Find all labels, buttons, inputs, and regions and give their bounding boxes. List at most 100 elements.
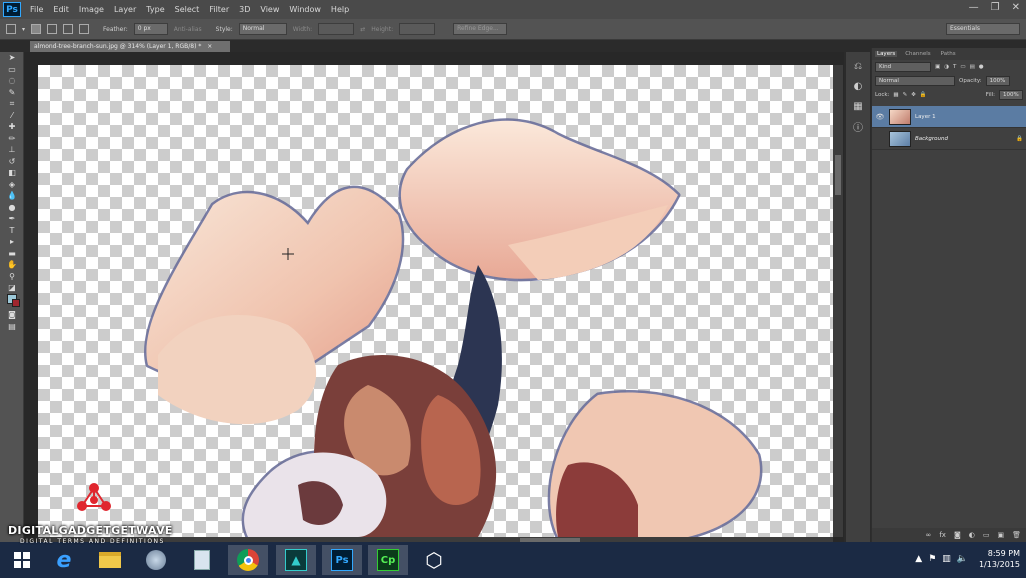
chrome-icon[interactable] bbox=[228, 545, 268, 575]
color-swatches-icon[interactable] bbox=[0, 294, 24, 308]
new-adjustment-icon[interactable]: ◐ bbox=[969, 531, 975, 539]
history-brush-tool-icon[interactable]: ↺ bbox=[0, 156, 24, 168]
clock[interactable]: 8:59 PM 1/13/2015 bbox=[979, 548, 1020, 570]
tool-preset-caret-icon[interactable]: ▾ bbox=[22, 26, 25, 33]
lock-image-icon[interactable]: ✎ bbox=[903, 92, 908, 98]
antialias-checkbox[interactable]: Anti-alias bbox=[174, 26, 202, 33]
menu-help[interactable]: Help bbox=[326, 5, 354, 14]
intersect-selection-icon[interactable] bbox=[79, 24, 90, 34]
type-tool-icon[interactable]: T bbox=[0, 225, 24, 237]
new-layer-icon[interactable]: ▣ bbox=[997, 531, 1004, 539]
refine-edge-button[interactable]: Refine Edge... bbox=[453, 23, 508, 35]
visibility-eye-icon[interactable]: 👁 bbox=[875, 113, 885, 121]
paint-bucket-tool-icon[interactable]: ◈ bbox=[0, 179, 24, 191]
healing-brush-tool-icon[interactable]: ✚ bbox=[0, 121, 24, 133]
dodge-tool-icon[interactable]: ● bbox=[0, 202, 24, 214]
lock-transparent-icon[interactable]: ▦ bbox=[893, 92, 898, 98]
properties-panel-icon[interactable]: ▦ bbox=[846, 96, 870, 116]
quick-mask-icon[interactable]: ◙ bbox=[0, 309, 24, 321]
menu-layer[interactable]: Layer bbox=[109, 5, 141, 14]
unity-icon[interactable]: ⬡ bbox=[414, 545, 454, 575]
hand-tool-icon[interactable]: ✋ bbox=[0, 259, 24, 271]
crop-tool-icon[interactable]: ⌗ bbox=[0, 98, 24, 110]
photoshop-taskbar-icon[interactable]: Ps bbox=[322, 545, 362, 575]
adjustments-panel-icon[interactable]: ◐ bbox=[846, 76, 870, 96]
height-input[interactable] bbox=[399, 23, 436, 35]
close-tab-icon[interactable]: × bbox=[207, 43, 212, 50]
layer-row-background[interactable]: Background 🔒 bbox=[872, 128, 1026, 150]
layer-style-icon[interactable]: fx bbox=[939, 531, 946, 539]
menu-filter[interactable]: Filter bbox=[204, 5, 234, 14]
default-colors-icon[interactable]: ◪ bbox=[0, 282, 24, 294]
width-input[interactable] bbox=[318, 23, 355, 35]
style-select[interactable]: Normal bbox=[238, 23, 287, 35]
close-button[interactable]: ✕ bbox=[1012, 2, 1020, 13]
path-select-tool-icon[interactable]: ▸ bbox=[0, 236, 24, 248]
tray-arrow-icon[interactable]: ▲ bbox=[915, 554, 922, 564]
lock-position-icon[interactable]: ✥ bbox=[911, 92, 916, 98]
delete-layer-icon[interactable]: 🗑 bbox=[1012, 531, 1021, 539]
workspace-select[interactable]: Essentials bbox=[946, 23, 1020, 35]
lasso-tool-icon[interactable]: ◌ bbox=[0, 75, 24, 87]
restore-button[interactable]: ❐ bbox=[991, 2, 1000, 13]
tab-paths[interactable]: Paths bbox=[939, 51, 958, 57]
menu-file[interactable]: File bbox=[25, 5, 48, 14]
lock-all-icon[interactable]: 🔒 bbox=[920, 92, 927, 98]
dreamweaver-icon[interactable]: ▲ bbox=[276, 545, 316, 575]
layer-name[interactable]: Layer 1 bbox=[915, 114, 936, 120]
brush-tool-icon[interactable]: ✏ bbox=[0, 133, 24, 145]
filter-pixel-icon[interactable]: ▣ bbox=[935, 64, 940, 70]
menu-view[interactable]: View bbox=[255, 5, 284, 14]
document-app-icon[interactable] bbox=[182, 545, 222, 575]
swap-icon[interactable]: ⇄ bbox=[360, 26, 365, 33]
clone-stamp-tool-icon[interactable]: ⊥ bbox=[0, 144, 24, 156]
layer-name[interactable]: Background bbox=[915, 136, 948, 142]
rect-marquee-tool-icon[interactable] bbox=[6, 24, 16, 34]
eyedropper-tool-icon[interactable]: ⁄ bbox=[0, 110, 24, 122]
marquee-tool-icon[interactable]: ▭ bbox=[0, 64, 24, 76]
pen-tool-icon[interactable]: ✒ bbox=[0, 213, 24, 225]
menu-select[interactable]: Select bbox=[170, 5, 205, 14]
new-selection-icon[interactable] bbox=[31, 24, 42, 34]
add-selection-icon[interactable] bbox=[47, 24, 58, 34]
volume-icon[interactable]: 🔈 bbox=[957, 554, 968, 564]
history-panel-icon[interactable]: ⎌ bbox=[846, 56, 870, 76]
menu-type[interactable]: Type bbox=[141, 5, 169, 14]
menu-image[interactable]: Image bbox=[74, 5, 109, 14]
layer-row-layer-1[interactable]: 👁 Layer 1 bbox=[872, 106, 1026, 128]
opacity-input[interactable]: 100% bbox=[985, 76, 1010, 86]
new-group-icon[interactable]: ▭ bbox=[983, 531, 990, 539]
filter-shape-icon[interactable]: ▭ bbox=[960, 64, 965, 70]
menu-window[interactable]: Window bbox=[284, 5, 326, 14]
eraser-tool-icon[interactable]: ◧ bbox=[0, 167, 24, 179]
screen-mode-icon[interactable]: ▤ bbox=[0, 321, 24, 333]
zoom-tool-icon[interactable]: ⚲ bbox=[0, 271, 24, 283]
tray-flag-icon[interactable]: ⚑ bbox=[928, 554, 936, 564]
network-icon[interactable]: ▥ bbox=[942, 554, 951, 564]
quick-select-tool-icon[interactable]: ✎ bbox=[0, 87, 24, 99]
add-mask-icon[interactable]: ◙ bbox=[954, 531, 961, 539]
info-panel-icon[interactable]: ⓘ bbox=[846, 116, 870, 136]
fill-input[interactable]: 100% bbox=[999, 90, 1023, 100]
kind-filter-select[interactable]: Kind bbox=[875, 62, 931, 72]
captivate-icon[interactable]: Cp bbox=[368, 545, 408, 575]
menu-3d[interactable]: 3D bbox=[234, 5, 255, 14]
blend-mode-select[interactable]: Normal bbox=[875, 76, 955, 86]
filter-smart-icon[interactable]: ▤ bbox=[970, 64, 975, 70]
shape-tool-icon[interactable]: ▬ bbox=[0, 248, 24, 260]
vertical-scrollbar[interactable] bbox=[833, 65, 843, 537]
tab-layers[interactable]: Layers bbox=[875, 51, 898, 57]
minimize-button[interactable]: — bbox=[969, 2, 979, 13]
vertical-scroll-thumb[interactable] bbox=[835, 155, 841, 195]
filter-type-icon[interactable]: T bbox=[953, 64, 956, 70]
filter-toggle-icon[interactable]: ● bbox=[979, 64, 984, 70]
move-tool-icon[interactable]: ➤ bbox=[0, 52, 24, 64]
tab-channels[interactable]: Channels bbox=[903, 51, 932, 57]
menu-edit[interactable]: Edit bbox=[48, 5, 74, 14]
filter-adjust-icon[interactable]: ◑ bbox=[944, 64, 949, 70]
link-layers-icon[interactable]: ∞ bbox=[926, 531, 932, 539]
blur-tool-icon[interactable]: 💧 bbox=[0, 190, 24, 202]
subtract-selection-icon[interactable] bbox=[63, 24, 74, 34]
feather-input[interactable]: 0 px bbox=[133, 23, 168, 35]
document-canvas[interactable] bbox=[38, 65, 833, 537]
